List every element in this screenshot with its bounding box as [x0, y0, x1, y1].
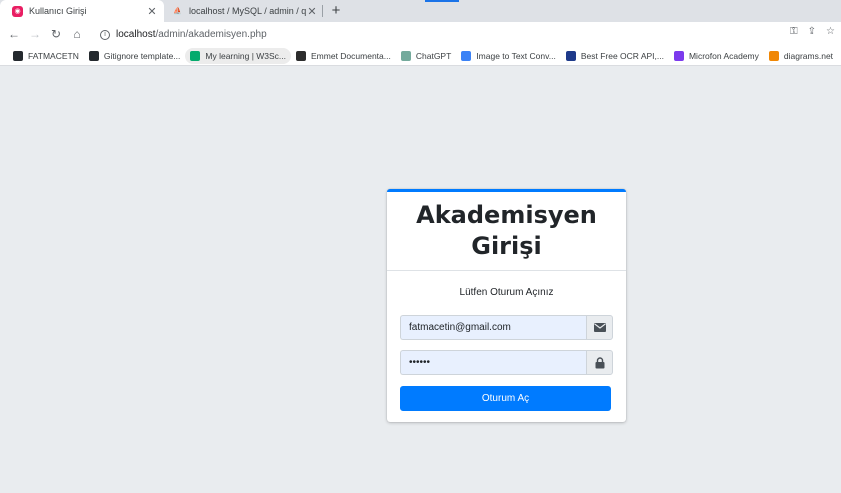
- bookmark-item[interactable]: Microfon Academy: [669, 48, 764, 64]
- share-icon[interactable]: ⇪: [808, 26, 816, 37]
- new-tab-icon[interactable]: +: [329, 2, 343, 19]
- site-favicon-icon: ◉: [12, 5, 23, 17]
- image-to-text-icon: [461, 50, 472, 61]
- email-input-group: [400, 315, 613, 340]
- card-header: Akademisyen Girişi: [387, 192, 626, 271]
- tab-strip: ◉ Kullanıcı Girişi ✕ ⛵ localhost / MySQL…: [0, 0, 841, 22]
- login-card: Akademisyen Girişi Lütfen Oturum Açınız …: [387, 189, 626, 422]
- url-path: /admin/akademisyen.php: [155, 29, 267, 40]
- site-info-icon[interactable]: i: [100, 29, 110, 40]
- bookmark-label: ChatGPT: [415, 50, 452, 61]
- forward-arrow-icon[interactable]: →: [27, 26, 43, 42]
- bookmark-label: FATMACETN: [28, 50, 79, 61]
- chatgpt-icon: [400, 50, 411, 61]
- url-text: localhost/admin/akademisyen.php: [116, 29, 267, 40]
- lock-icon: [586, 350, 613, 375]
- ocr-icon: [565, 50, 576, 61]
- close-tab-icon[interactable]: ✕: [146, 5, 158, 18]
- bookmark-item[interactable]: Emmet Documenta...: [291, 48, 396, 64]
- email-field[interactable]: [400, 315, 586, 340]
- key-icon[interactable]: ⚿: [790, 26, 798, 37]
- tab-title: localhost / MySQL / admin / qp_: [189, 6, 306, 16]
- diagrams-icon: [768, 50, 779, 61]
- bookmark-label: Microfon Academy: [688, 50, 759, 61]
- card-body: Lütfen Oturum Açınız Oturum Aç: [387, 287, 626, 411]
- reload-icon[interactable]: ↻: [48, 26, 64, 42]
- star-icon[interactable]: ☆: [826, 26, 835, 37]
- tab-kullanici-girisi[interactable]: ◉ Kullanıcı Girişi ✕: [0, 0, 164, 22]
- tab-phpmyadmin[interactable]: ⛵ localhost / MySQL / admin / qp_ ✕: [164, 0, 324, 22]
- password-input-group: [400, 350, 613, 375]
- bookmark-item[interactable]: Gitignore template...: [84, 48, 186, 64]
- bookmarks-bar: FATMACETN Gitignore template... My learnin…: [0, 46, 841, 66]
- bookmark-label: Gitignore template...: [103, 50, 181, 61]
- emmet-icon: [296, 50, 307, 61]
- bookmark-item[interactable]: ChatGPT: [396, 48, 456, 64]
- page-title: Akademisyen Girişi: [416, 201, 597, 260]
- tab-separator: [322, 5, 323, 17]
- back-arrow-icon[interactable]: ←: [6, 26, 22, 42]
- toolbar-actions: ⚿ ⇪ ☆: [790, 26, 841, 37]
- bookmark-item[interactable]: FATMACETN: [8, 48, 84, 64]
- github-icon: [13, 50, 23, 61]
- bookmark-label: diagrams.net: [783, 50, 834, 61]
- login-button[interactable]: Oturum Aç: [400, 386, 611, 411]
- w3schools-icon: [190, 50, 201, 61]
- tab-title: Kullanıcı Girişi: [29, 6, 87, 16]
- bookmark-item[interactable]: Image to Text Conv...: [456, 48, 561, 64]
- tab-strip-indicator: [425, 0, 459, 2]
- login-message: Lütfen Oturum Açınız: [459, 287, 554, 298]
- bookmark-label: Image to Text Conv...: [476, 50, 556, 61]
- password-field[interactable]: [400, 350, 586, 375]
- bookmark-label: My learning | W3Sc...: [205, 50, 287, 61]
- bookmark-item[interactable]: Best Free OCR API,...: [561, 48, 669, 64]
- close-tab-icon[interactable]: ✕: [306, 5, 318, 18]
- bookmark-label: Best Free OCR API,...: [580, 50, 664, 61]
- home-icon[interactable]: ⌂: [69, 26, 85, 42]
- browser-toolbar: ← → ↻ ⌂ i localhost/admin/akademisyen.ph…: [0, 22, 841, 46]
- bookmark-label: Emmet Documenta...: [311, 50, 391, 61]
- url-host: localhost: [116, 29, 156, 40]
- phpmyadmin-favicon-icon: ⛵: [173, 8, 182, 15]
- microfon-icon: [673, 50, 684, 61]
- github-icon: [88, 50, 99, 61]
- bookmark-item[interactable]: diagrams.net: [764, 48, 838, 64]
- bookmark-item[interactable]: My learning | W3Sc...: [185, 47, 292, 64]
- address-bar[interactable]: i localhost/admin/akademisyen.php: [94, 25, 834, 44]
- envelope-icon: [586, 315, 613, 340]
